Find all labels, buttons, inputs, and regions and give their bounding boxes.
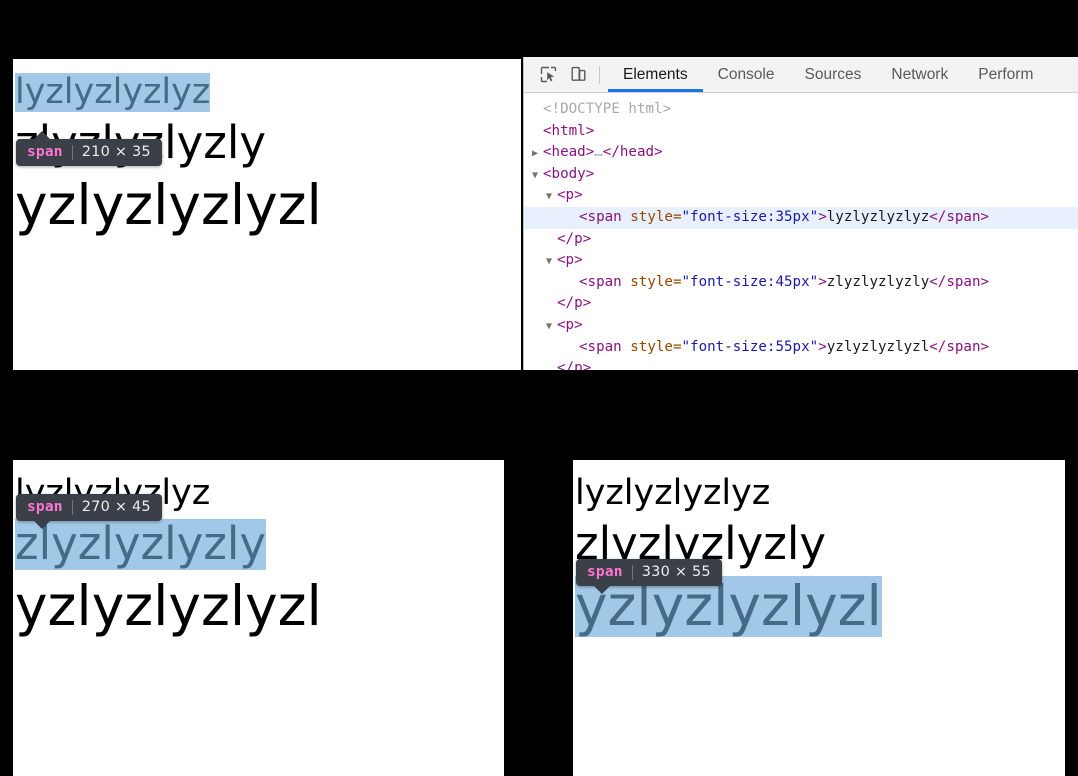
- p-open-tag: <p>: [557, 252, 583, 269]
- badge-separator: [631, 564, 633, 580]
- span-attr-value: "font-size:35px": [681, 208, 819, 225]
- span-attr-value: "font-size:45px": [681, 273, 819, 290]
- disclosure-triangle-expanded-icon[interactable]: ▼: [532, 165, 542, 187]
- span-attr-style: style: [621, 273, 673, 290]
- span-open-tag: <span: [579, 208, 622, 225]
- badge-separator: [71, 144, 73, 160]
- tab-elements[interactable]: Elements: [608, 57, 703, 92]
- devtools-toolbar-icons: [524, 57, 608, 92]
- body-open-tag: <body>: [543, 165, 595, 182]
- page-viewport-bottom-right: lyzlyzlyzlyz zlyzlyzlyzly yzlyzlyzlyzl: [573, 460, 1065, 776]
- badge-dimensions: 330 × 55: [641, 564, 711, 580]
- badge-separator: [71, 499, 73, 515]
- badge-tag-name: span: [27, 499, 63, 515]
- dom-node-p-1[interactable]: ▼ <p>: [524, 185, 1078, 207]
- dom-node-doctype[interactable]: ▶<!DOCTYPE html>: [524, 99, 1078, 121]
- span-font-35[interactable]: lyzlyzlyzlyz: [575, 473, 770, 513]
- span-close-tag: </span>: [929, 208, 990, 225]
- span-text-content: lyzlyzlyzlyz: [826, 208, 930, 225]
- p-close-tag: </p>: [557, 360, 592, 370]
- page-viewport-top-left: lyzlyzlyzlyz zlyzlyzlyzly yzlyzlyzlyzl: [13, 59, 521, 370]
- badge-arrow-down-icon: [33, 520, 51, 529]
- screenshot-root: lyzlyzlyzlyz zlyzlyzlyzly yzlyzlyzlyzl s…: [0, 0, 1078, 776]
- span-close-tag: </span>: [929, 273, 990, 290]
- span-attr-eq: =: [672, 338, 682, 355]
- inspector-badge-top-left: span 210 × 35: [16, 131, 162, 166]
- dom-tree: ▶<!DOCTYPE html> ▶<html> ▶<head>…</head>…: [524, 93, 1078, 370]
- dom-node-p-1-close[interactable]: ▶</p>: [524, 229, 1078, 251]
- tab-performance[interactable]: Perform: [963, 57, 1048, 92]
- span-close-tag: </span>: [929, 338, 990, 355]
- disclosure-triangle-expanded-icon[interactable]: ▼: [546, 316, 556, 338]
- dom-node-p-2-close[interactable]: ▶</p>: [524, 293, 1078, 315]
- head-ellipsis: …: [594, 144, 603, 161]
- badge-tag-name: span: [27, 144, 63, 160]
- disclosure-triangle-expanded-icon[interactable]: ▼: [546, 251, 556, 273]
- span-open-tag-end: >: [818, 273, 827, 290]
- paragraph-3: yzlyzlyzlyzl: [15, 173, 521, 237]
- inspector-badge-bottom-right: span 330 × 55: [576, 559, 722, 594]
- tab-sources[interactable]: Sources: [790, 57, 877, 92]
- tab-network[interactable]: Network: [876, 57, 963, 92]
- span-attr-style: style: [621, 338, 673, 355]
- doctype-text: <!DOCTYPE html>: [543, 101, 672, 117]
- dom-node-p-3[interactable]: ▼ <p>: [524, 315, 1078, 337]
- p-close-tag: </p>: [557, 230, 592, 247]
- devtools-tab-bar: Elements Console Sources Network Perform: [608, 57, 1048, 92]
- span-font-55[interactable]: yzlyzlyzlyzl: [15, 574, 322, 638]
- p-open-tag: <p>: [557, 316, 583, 333]
- span-attr-eq: =: [672, 208, 682, 225]
- head-open-tag: <head>: [543, 144, 595, 161]
- dom-node-body[interactable]: ▼ <body>: [524, 164, 1078, 186]
- span-open-tag-end: >: [818, 208, 827, 225]
- device-toolbar-icon[interactable]: [563, 61, 593, 89]
- span-open-tag: <span: [579, 273, 622, 290]
- html-open-tag: <html>: [543, 122, 595, 139]
- dom-node-html[interactable]: ▶<html>: [524, 121, 1078, 143]
- paragraph-1: lyzlyzlyzlyz: [15, 72, 521, 113]
- inspector-badge: span 270 × 45: [16, 494, 162, 529]
- span-font-55[interactable]: yzlyzlyzlyzl: [15, 173, 322, 237]
- badge-dimensions: 270 × 45: [81, 499, 151, 515]
- head-close-tag: </head>: [602, 144, 663, 161]
- span-open-tag: <span: [579, 338, 622, 355]
- devtools-toolbar: Elements Console Sources Network Perform: [524, 57, 1078, 93]
- inspector-badge: span 330 × 55: [576, 559, 722, 594]
- span-text-content: zlyzlyzlyzly: [826, 273, 930, 290]
- span-open-tag-end: >: [818, 338, 827, 355]
- tab-console[interactable]: Console: [703, 57, 790, 92]
- disclosure-triangle-expanded-icon[interactable]: ▼: [546, 186, 556, 208]
- p-open-tag: <p>: [557, 187, 583, 204]
- span-font-45[interactable]: zlyzlyzlyzly: [15, 518, 267, 570]
- dom-node-span-35[interactable]: ▶<span style="font-size:35px">lyzlyzlyzl…: [524, 206, 1078, 229]
- inspector-badge: span 210 × 35: [16, 131, 162, 166]
- span-attr-style: style: [621, 208, 673, 225]
- toolbar-divider: [599, 65, 600, 84]
- paragraph-3: yzlyzlyzlyzl: [15, 574, 504, 638]
- badge-arrow-down-icon: [593, 585, 611, 594]
- span-font-35[interactable]: lyzlyzlyzlyz: [15, 72, 211, 113]
- span-attr-value: "font-size:55px": [681, 338, 819, 355]
- dom-node-p-2[interactable]: ▼ <p>: [524, 250, 1078, 272]
- dom-node-span-55[interactable]: ▶<span style="font-size:55px">yzlyzlyzly…: [524, 337, 1078, 359]
- dom-node-p-3-close[interactable]: ▶</p>: [524, 358, 1078, 370]
- p-close-tag: </p>: [557, 295, 592, 312]
- disclosure-triangle-collapsed-icon[interactable]: ▶: [532, 143, 542, 165]
- inspector-badge-bottom-left: span 270 × 45: [16, 494, 162, 529]
- span-text-content: yzlyzlyzlyzl: [826, 338, 930, 355]
- span-attr-eq: =: [672, 273, 682, 290]
- dom-node-span-45[interactable]: ▶<span style="font-size:45px">zlyzlyzlyz…: [524, 272, 1078, 294]
- badge-dimensions: 210 × 35: [81, 144, 151, 160]
- paragraph-2: zlyzlyzlyzly: [15, 518, 504, 570]
- badge-tag-name: span: [587, 564, 623, 580]
- badge-arrow-up-icon: [33, 131, 51, 140]
- dom-node-head[interactable]: ▶ <head>…</head>: [524, 142, 1078, 164]
- paragraph-1: lyzlyzlyzlyz: [575, 473, 1065, 513]
- devtools-panel: Elements Console Sources Network Perform…: [523, 57, 1078, 370]
- inspect-element-icon[interactable]: [533, 61, 563, 89]
